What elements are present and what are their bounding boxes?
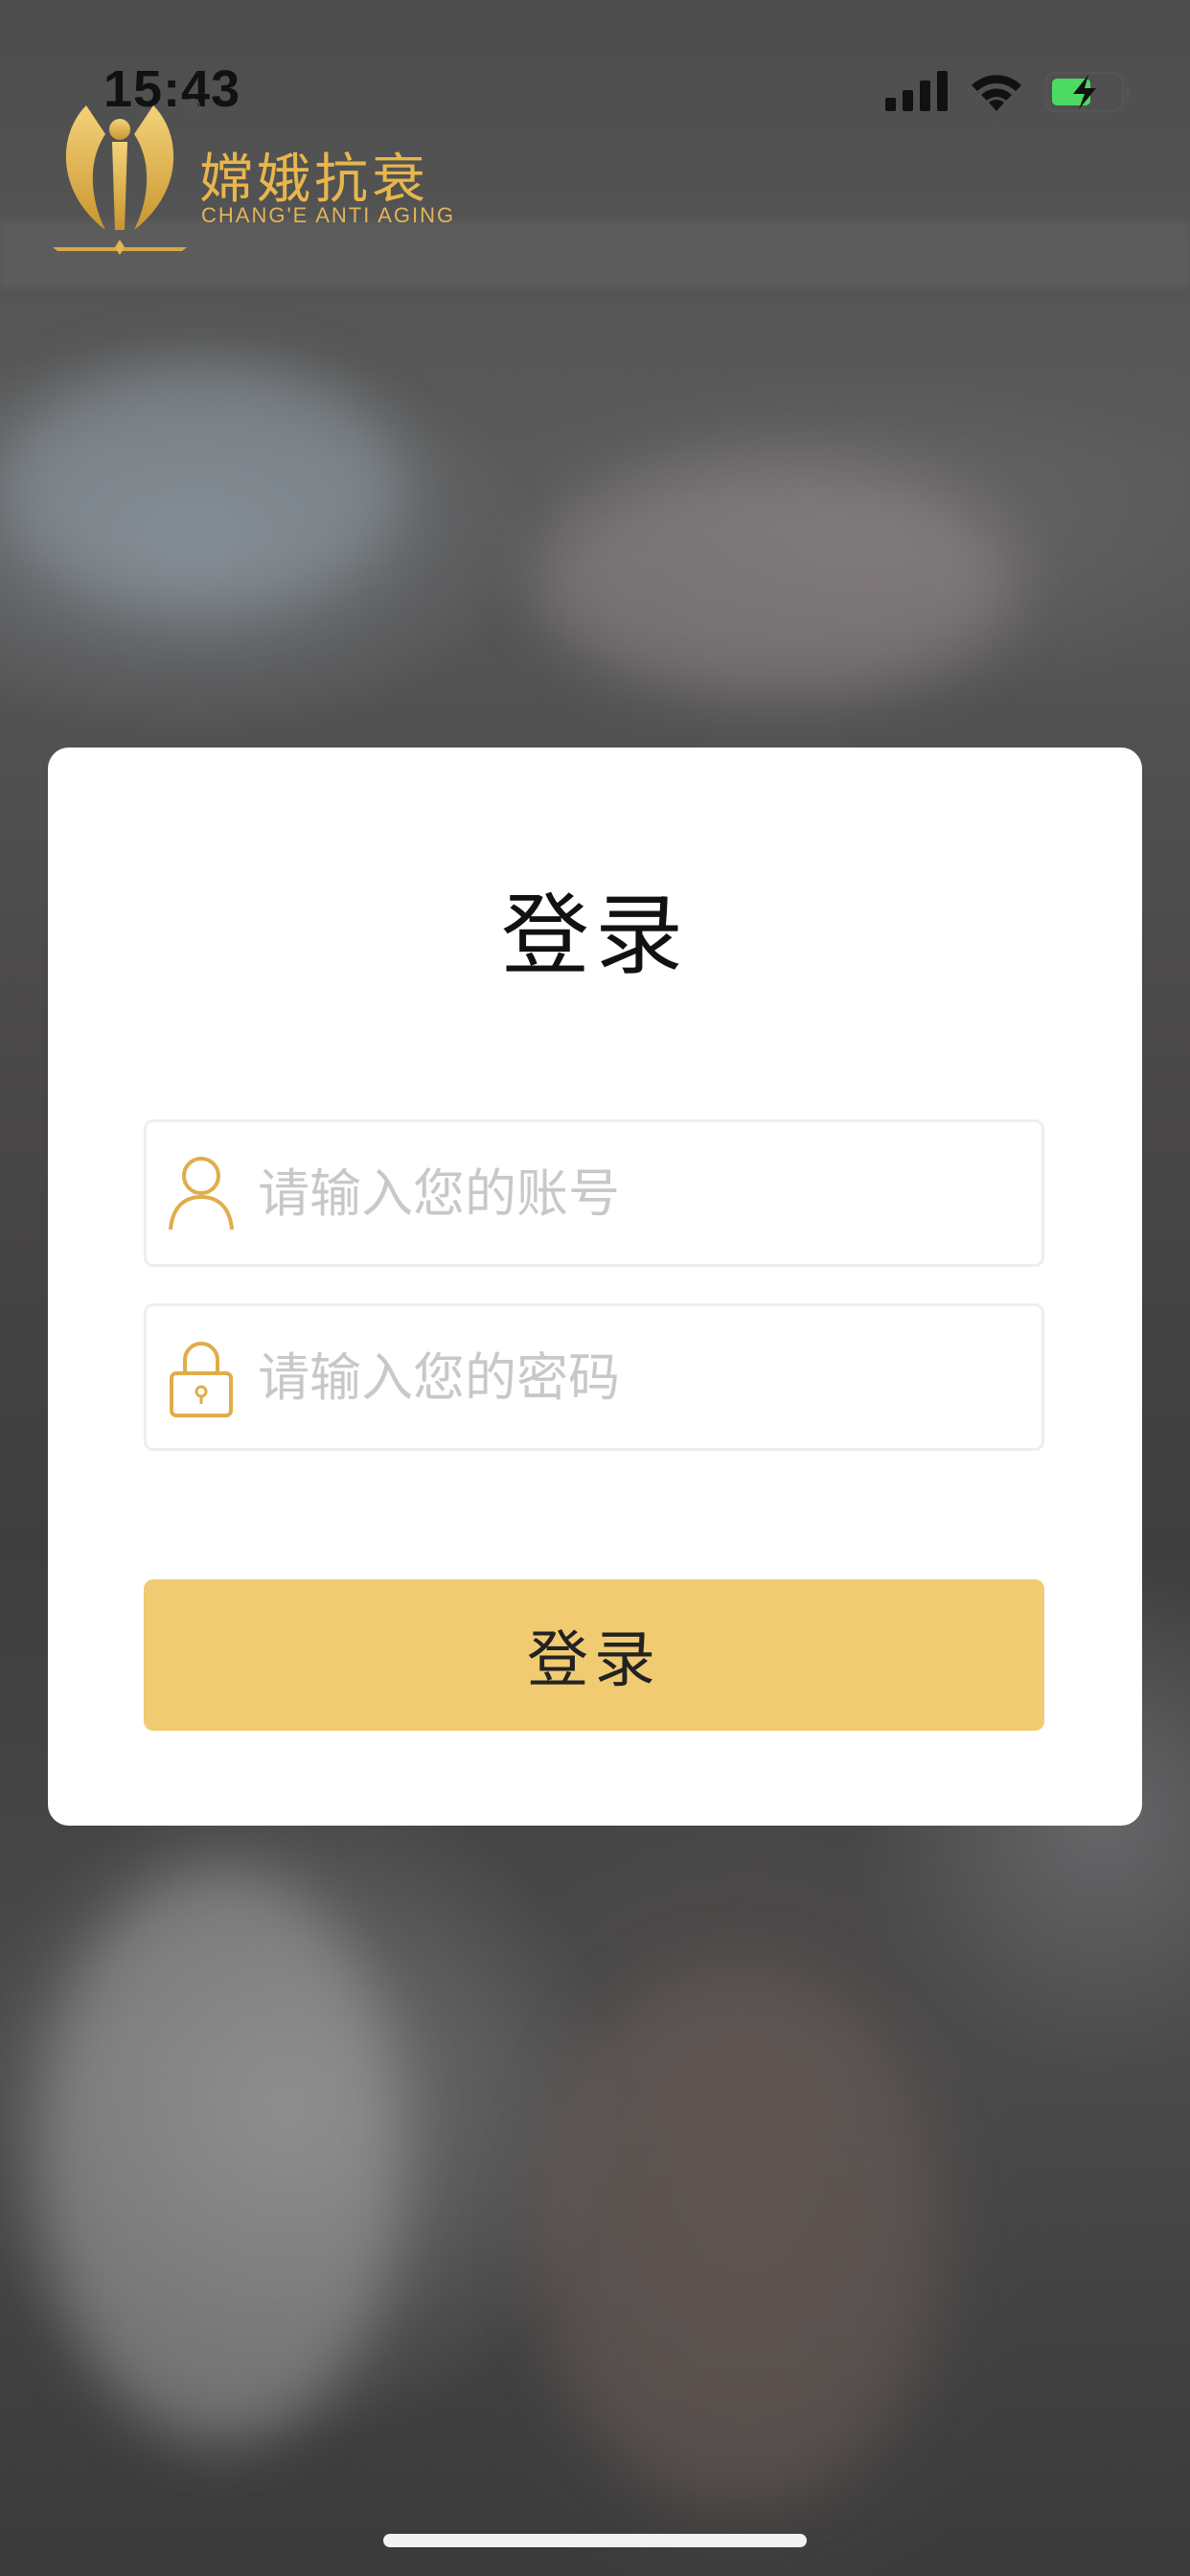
username-field[interactable] xyxy=(144,1119,1044,1267)
background-blur xyxy=(537,1965,939,2501)
password-input[interactable] xyxy=(258,1306,1024,1448)
logo-registered-mark: ® xyxy=(182,96,203,120)
wifi-icon xyxy=(972,75,1021,111)
password-field[interactable] xyxy=(144,1303,1044,1451)
cellular-signal-icon xyxy=(885,71,948,111)
chang-e-logo-icon xyxy=(53,105,187,255)
user-icon xyxy=(169,1157,234,1230)
background-blur xyxy=(0,364,402,613)
background-blur xyxy=(537,460,1016,700)
home-indicator[interactable] xyxy=(383,2534,807,2547)
username-input[interactable] xyxy=(258,1122,1024,1264)
logo-name-en: CHANG'E ANTI AGING xyxy=(201,203,456,227)
lock-icon xyxy=(170,1342,233,1417)
login-card: 登录 登录 xyxy=(48,748,1142,1826)
background-blur xyxy=(38,1869,402,2444)
page-title: 登录 xyxy=(500,885,689,987)
login-screen: 15:43 ® 嫦娥抗衰 CHANG'E ANTI AGING 登录 请输入您的… xyxy=(0,0,1190,2576)
brand-logo: ® 嫦娥抗衰 CHANG'E ANTI AGING xyxy=(48,86,453,259)
logo-name-cn: 嫦娥抗衰 xyxy=(199,149,429,211)
login-button[interactable]: 登录 xyxy=(144,1579,1044,1731)
battery-charging-icon xyxy=(1044,71,1131,113)
